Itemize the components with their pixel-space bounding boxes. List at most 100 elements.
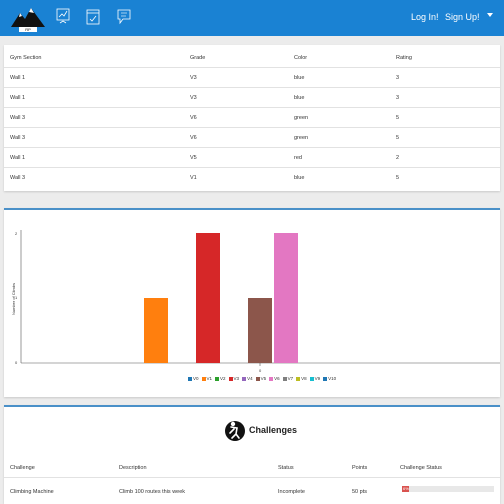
table-cell: Wall 1 [10, 75, 26, 81]
table-cell: Wall 3 [10, 115, 26, 121]
table-header-cell: Challenge [10, 465, 35, 471]
logo-mountain-icon[interactable]: RP [10, 3, 46, 33]
legend-swatch [215, 376, 220, 381]
table-header-cell: Status [278, 465, 294, 471]
legend-item-v10[interactable]: V10 [323, 376, 336, 381]
table-cell: V3 [190, 95, 197, 101]
legend-swatch [323, 376, 328, 381]
table-cell: 5 [396, 135, 400, 141]
table-header-row: Challenge Description Status Points Chal… [4, 458, 500, 478]
table-header-cell: Gym Section [10, 55, 42, 61]
legend-swatch [242, 376, 247, 381]
legend-swatch [269, 376, 274, 381]
legend-swatch [309, 376, 314, 381]
table-cell: V1 [190, 175, 197, 181]
table-header-row: Gym Section Grade Color Rating [4, 48, 500, 68]
legend-label: V0 [193, 376, 199, 381]
legend-item-v8[interactable]: V8 [296, 376, 307, 381]
table-cell: green [294, 115, 309, 121]
table-cell: 5 [396, 115, 400, 121]
legend-label: V1 [206, 376, 213, 381]
table-cell: V3 [190, 75, 197, 81]
y-tick-label: 0 [15, 360, 18, 365]
legend-label: V6 [274, 376, 280, 381]
dropdown-caret-icon[interactable] [487, 13, 493, 17]
legend-item-v4[interactable]: V4 [242, 376, 253, 381]
progress-label: 6% [403, 486, 409, 491]
legend-label: V5 [260, 376, 267, 381]
table-cell: blue [294, 175, 305, 181]
table-cell: 5 [396, 175, 400, 181]
legend-label: V7 [287, 376, 294, 381]
y-axis: 0 1 2 Number of Climbs [11, 230, 22, 365]
legend-item-v9[interactable]: V9 [309, 376, 321, 381]
challenges-climber-icon [225, 421, 245, 441]
challenge-progress-bar: 6% [402, 486, 494, 492]
legend-item-v2[interactable]: V2 [215, 376, 226, 381]
y-tick-label: 2 [15, 231, 18, 236]
legend-label: V2 [220, 376, 226, 381]
challenge-status: Incomplete [278, 489, 305, 495]
table-cell: Wall 3 [10, 135, 26, 141]
legend-swatch [296, 376, 301, 381]
progress-fill: 6% [402, 486, 410, 492]
table-cell: Wall 1 [10, 155, 26, 161]
table-cell: V5 [190, 155, 197, 161]
bars-group [144, 233, 298, 363]
sign-up-link[interactable]: Sign Up! [445, 12, 480, 22]
legend-item-v7[interactable]: V7 [282, 376, 294, 381]
table-cell: blue [294, 75, 305, 81]
legend-item-v0[interactable]: V0 [188, 376, 199, 381]
legend-label: V8 [301, 376, 307, 381]
legend-label: V10 [328, 376, 337, 381]
table-cell: V6 [190, 115, 197, 121]
table-header-cell: Grade [190, 55, 206, 61]
legend-item-v1[interactable]: V1 [201, 376, 213, 381]
table-cell: Wall 1 [10, 95, 26, 101]
table-cell: 3 [396, 75, 400, 81]
legend-item-v5[interactable]: V5 [255, 376, 267, 381]
bar-v5 [248, 298, 272, 363]
checklist-icon[interactable] [85, 7, 101, 27]
table-row: Wall 3 V1 blue 5 [4, 168, 500, 188]
chart-card: 0 1 2 Number of Climbs 0 [4, 208, 500, 397]
legend-swatch [282, 376, 287, 381]
challenge-description: Climb 100 routes this week [119, 489, 186, 495]
legend-swatch [201, 376, 206, 381]
table-cell: blue [294, 95, 305, 101]
challenges-title: Challenges [249, 425, 298, 435]
legend-swatch [228, 376, 233, 381]
table-row: Wall 3 V6 green 5 [4, 108, 500, 128]
table-row: Wall 3 V6 green 5 [4, 128, 500, 148]
challenge-points: 50 pts [352, 489, 367, 495]
chat-icon[interactable] [116, 7, 132, 27]
legend-swatch [188, 376, 192, 381]
legend-item-v6[interactable]: V6 [269, 376, 280, 381]
table-header-cell: Description [119, 465, 147, 471]
table-cell: green [294, 135, 309, 141]
chart-icon[interactable] [55, 7, 71, 27]
table-cell: 2 [396, 155, 400, 161]
navbar: RP Log In! Sign Up! [0, 0, 504, 36]
table-cell: Wall 3 [10, 175, 26, 181]
legend-label: V9 [314, 376, 321, 381]
climbs-bar-chart: 0 1 2 Number of Climbs 0 [11, 230, 500, 373]
table-row: Wall 1 V5 red 2 [4, 148, 500, 168]
table-header-cell: Challenge Status [400, 465, 442, 471]
legend-swatch [255, 376, 260, 381]
legend-label: V4 [247, 376, 253, 381]
legend-label: V3 [233, 376, 240, 381]
bar-v3 [196, 233, 220, 363]
chart-legend: V0 V1 V2 V3 V4 V5 V6 V7 V8 V9 V10 [188, 376, 339, 384]
bar-v6 [274, 233, 298, 363]
challenge-name: Climbing Machine [10, 489, 54, 495]
logo-text: RP [25, 27, 31, 32]
table-header-cell: Points [352, 465, 368, 471]
table-cell: red [294, 155, 302, 161]
table-row: Wall 1 V3 blue 3 [4, 88, 500, 108]
table-cell: 3 [396, 95, 400, 101]
y-axis-label: Number of Climbs [11, 283, 16, 315]
legend-item-v3[interactable]: V3 [228, 376, 240, 381]
table-header-cell: Rating [396, 55, 412, 61]
log-in-link[interactable]: Log In! [411, 12, 439, 22]
